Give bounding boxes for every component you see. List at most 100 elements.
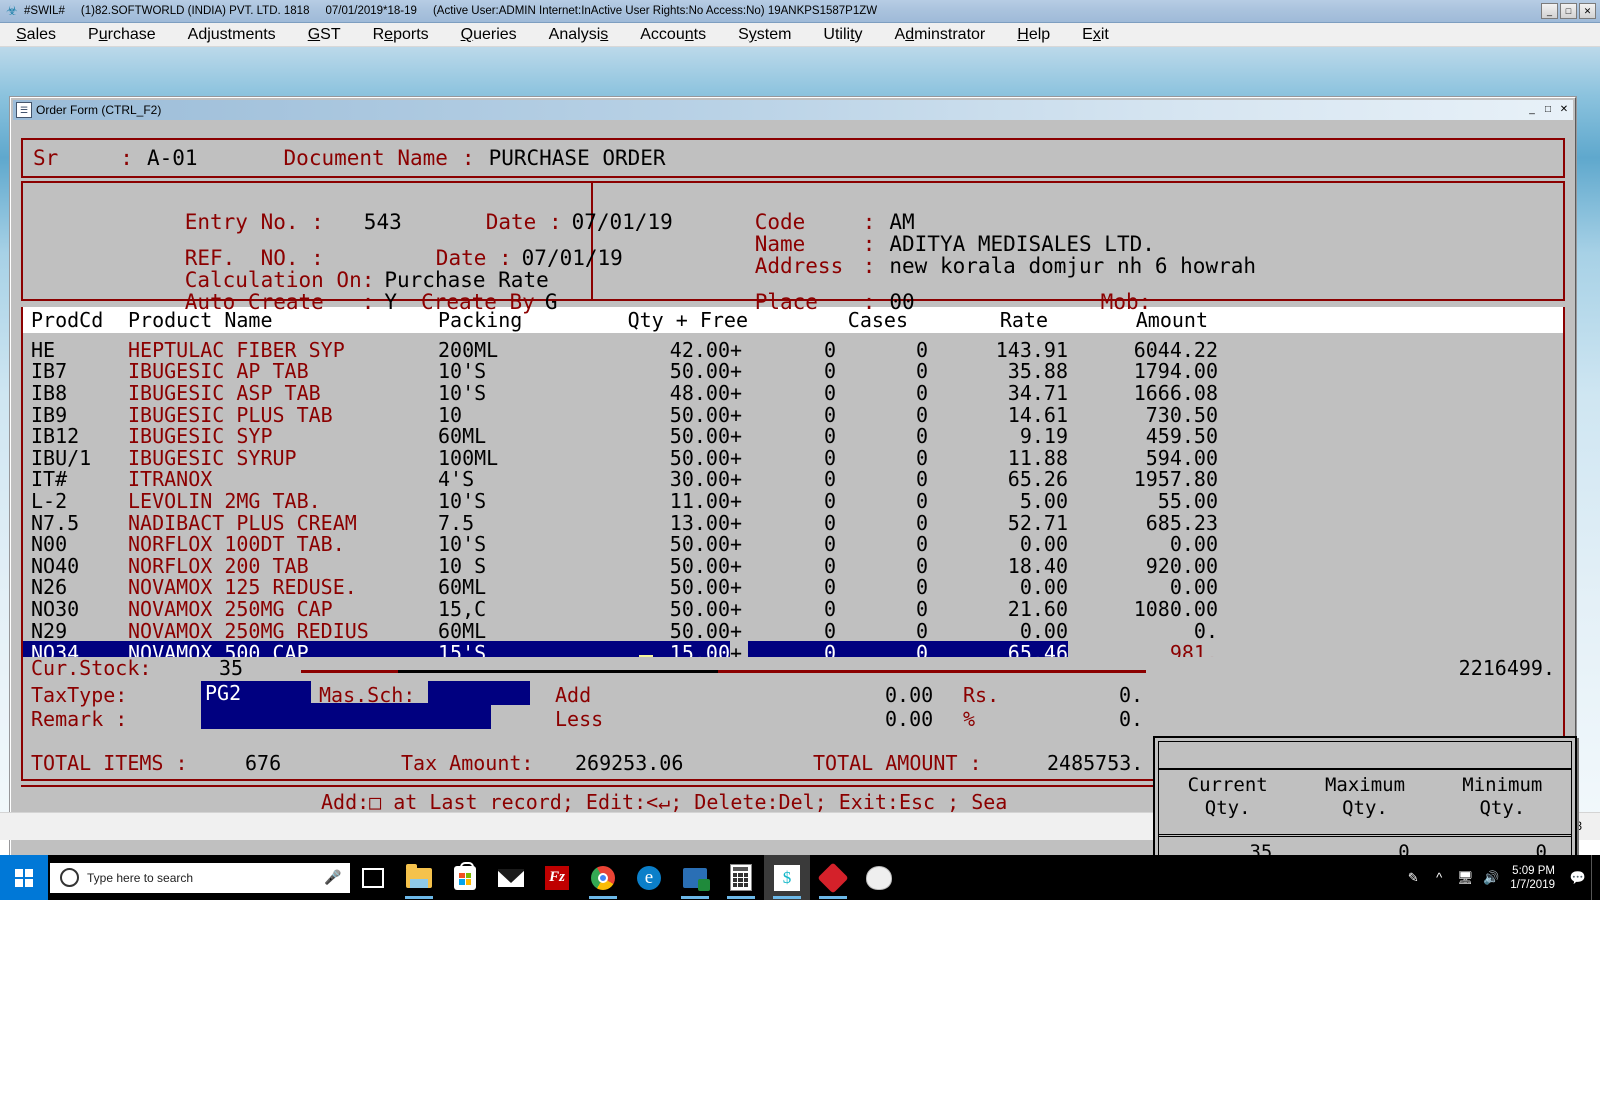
cell-packing[interactable]: 100ML — [438, 446, 610, 470]
cell-packing[interactable]: 10 S — [438, 554, 610, 578]
cell-amount[interactable]: 1957.80 — [1068, 467, 1218, 491]
cell-plus[interactable]: + — [730, 467, 748, 491]
cell-free[interactable]: 0 — [748, 511, 836, 535]
cell-prodcd[interactable]: IB8 — [23, 381, 128, 405]
paint-button[interactable] — [856, 855, 902, 900]
table-row[interactable]: L-2LEVOLIN 2MG TAB.10'S11.00+005.0055.00 — [23, 490, 1563, 512]
cell-prodcd[interactable]: NO30 — [23, 597, 128, 621]
cell-amount[interactable]: 0.00 — [1068, 532, 1218, 556]
cell-qty[interactable]: 50.00 — [610, 575, 730, 599]
create-by-value[interactable]: G — [535, 290, 558, 314]
pen-input-icon[interactable]: ✎ — [1400, 855, 1426, 900]
cell-qty[interactable]: 48.00 — [610, 381, 730, 405]
cell-prodcd[interactable]: NO40 — [23, 554, 128, 578]
cell-name[interactable]: NOVAMOX 500 CAP — [128, 641, 438, 657]
cell-name[interactable]: IBUGESIC ASP TAB — [128, 381, 438, 405]
cell-free[interactable]: 0 — [748, 641, 836, 657]
cell-prodcd[interactable]: IT# — [23, 467, 128, 491]
cell-prodcd[interactable]: IB9 — [23, 403, 128, 427]
cell-name[interactable]: LEVOLIN 2MG TAB. — [128, 489, 438, 513]
entry-date-value[interactable]: 07/01/19 — [562, 210, 673, 234]
cell-name[interactable]: NORFLOX 200 TAB — [128, 554, 438, 578]
cell-cases[interactable]: 0 — [836, 575, 928, 599]
cell-amount[interactable]: 920.00 — [1068, 554, 1218, 578]
cell-rate[interactable]: 65.46 — [928, 641, 1068, 657]
cell-free[interactable]: 0 — [748, 619, 836, 643]
cell-cases[interactable]: 0 — [836, 446, 928, 470]
add-value[interactable]: 0.00 — [885, 683, 933, 707]
menu-utility[interactable]: Utility — [807, 23, 878, 46]
cell-prodcd[interactable]: N26 — [23, 575, 128, 599]
cell-packing[interactable]: 7.5 — [438, 511, 610, 535]
taskbar-clock[interactable]: 5:09 PM 1/7/2019 — [1504, 864, 1565, 892]
cell-packing[interactable]: 10'S — [438, 381, 610, 405]
menu-adjustments[interactable]: Adjustments — [172, 23, 292, 46]
cell-amount[interactable]: 55.00 — [1068, 489, 1218, 513]
cell-cases[interactable]: 0 — [836, 359, 928, 383]
table-row[interactable]: IB9IBUGESIC PLUS TAB1050.00+0014.61730.5… — [23, 404, 1563, 426]
cell-amount[interactable]: 730.50 — [1068, 403, 1218, 427]
cell-free[interactable]: 0 — [748, 532, 836, 556]
cell-cases[interactable]: 0 — [836, 403, 928, 427]
cell-free[interactable]: 0 — [748, 424, 836, 448]
ruby-app-button[interactable] — [810, 855, 856, 900]
volume-icon[interactable]: 🔊 — [1478, 855, 1504, 900]
cell-plus[interactable]: + — [730, 597, 748, 621]
cell-packing[interactable]: 15'S — [438, 641, 610, 657]
cell-rate[interactable]: 0.00 — [928, 575, 1068, 599]
cell-rate[interactable]: 0.00 — [928, 532, 1068, 556]
party-name-value[interactable]: ADITYA MEDISALES LTD. — [875, 232, 1155, 256]
edge-button[interactable]: e — [626, 855, 672, 900]
cell-amount[interactable]: 1666.08 — [1068, 381, 1218, 405]
cell-free[interactable]: 0 — [748, 575, 836, 599]
cell-qty[interactable]: 11.00 — [610, 489, 730, 513]
menu-help[interactable]: Help — [1001, 23, 1066, 46]
menu-exit[interactable]: Exit — [1066, 23, 1125, 46]
cell-qty[interactable]: 30.00 — [610, 467, 730, 491]
cell-cases[interactable]: 0 — [836, 467, 928, 491]
menu-accounts[interactable]: Accounts — [624, 23, 722, 46]
calculation-on-value[interactable]: Purchase Rate — [374, 268, 548, 292]
cell-cases[interactable]: 0 — [836, 338, 928, 362]
cell-qty[interactable]: 50.00 — [610, 532, 730, 556]
cell-free[interactable]: 0 — [748, 489, 836, 513]
table-row[interactable]: IB8IBUGESIC ASP TAB10'S48.00+0034.711666… — [23, 382, 1563, 404]
action-center-icon[interactable]: 💬 — [1565, 855, 1591, 900]
cell-free[interactable]: 0 — [748, 554, 836, 578]
table-row[interactable]: HEHEPTULAC FIBER SYP200ML42.00+00143.916… — [23, 339, 1563, 361]
order-form-titlebar[interactable]: ☰ Order Form (CTRL_F2) _ □ ✕ — [13, 100, 1573, 120]
table-row[interactable]: IB7IBUGESIC AP TAB10'S50.00+0035.881794.… — [23, 361, 1563, 383]
items-table-body[interactable]: HEHEPTULAC FIBER SYP200ML42.00+00143.916… — [21, 333, 1565, 657]
table-row[interactable]: N00NORFLOX 100DT TAB.10'S50.00+000.000.0… — [23, 533, 1563, 555]
cell-name[interactable]: IBUGESIC SYP — [128, 424, 438, 448]
cell-cases[interactable]: 0 — [836, 489, 928, 513]
cell-free[interactable]: 0 — [748, 403, 836, 427]
cell-name[interactable]: NADIBACT PLUS CREAM — [128, 511, 438, 535]
menu-reports[interactable]: Reports — [357, 23, 445, 46]
less-value[interactable]: 0.00 — [885, 707, 933, 731]
cell-amount[interactable]: 1080.00 — [1068, 597, 1218, 621]
show-desktop-button[interactable] — [1591, 855, 1600, 900]
sr-value[interactable]: A-01 — [133, 146, 198, 170]
menu-analysis[interactable]: Analysis — [533, 23, 625, 46]
order-close-button[interactable]: ✕ — [1557, 103, 1571, 117]
cell-free[interactable]: 0 — [748, 467, 836, 491]
cell-cases[interactable]: 0 — [836, 641, 928, 657]
cell-free[interactable]: 0 — [748, 597, 836, 621]
cell-cases[interactable]: 0 — [836, 381, 928, 405]
cell-prodcd[interactable]: NO34 — [23, 641, 128, 657]
cell-prodcd[interactable]: N29 — [23, 619, 128, 643]
cell-qty[interactable]: 50.00 — [610, 403, 730, 427]
cell-amount[interactable]: 1794.00 — [1068, 359, 1218, 383]
cell-plus[interactable]: + — [730, 554, 748, 578]
swil-app-button[interactable]: $ — [764, 855, 810, 900]
cell-plus[interactable]: + — [730, 511, 748, 535]
start-button[interactable] — [0, 855, 48, 900]
cell-packing[interactable]: 10'S — [438, 359, 610, 383]
order-minimize-button[interactable]: _ — [1525, 103, 1539, 117]
cell-cases[interactable]: 0 — [836, 597, 928, 621]
cell-plus[interactable]: + — [730, 532, 748, 556]
cell-plus[interactable]: + — [730, 489, 748, 513]
cell-qty[interactable]: 42.00 — [610, 338, 730, 362]
cell-free[interactable]: 0 — [748, 381, 836, 405]
